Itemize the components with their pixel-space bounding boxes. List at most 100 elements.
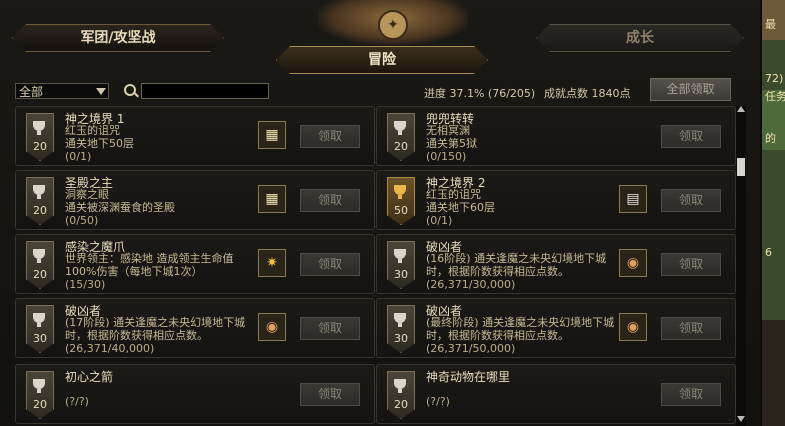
achievement-progress-count: (0/50): [65, 214, 99, 227]
achievement-card: 20 神奇动物在哪里 (?/?) 领取: [376, 364, 736, 424]
trophy-icon: [394, 249, 406, 259]
claim-button[interactable]: 领取: [661, 125, 721, 148]
compass-icon: ✦: [378, 10, 408, 40]
achievement-points-value: 30: [394, 268, 408, 281]
emblem-icon[interactable]: ◉: [258, 313, 286, 341]
achievement-description-text: 洞察之眼 通关被深渊蚕食的圣殿: [65, 188, 175, 214]
claim-button[interactable]: 领取: [300, 383, 360, 406]
achievement-description-text: (16阶段) 通关逢魔之未央幻境地下城时，根据阶数获得相应点数。: [426, 252, 607, 278]
achievement-card: 30 破凶者 (最终阶段) 通关逢魔之未央幻境地下城时，根据阶数获得相应点数。 (26…: [376, 298, 736, 358]
side-text: 72): [765, 72, 784, 85]
trophy-badge: 30: [387, 305, 415, 353]
background-game-strip: 最 72) 任务 的 6: [762, 0, 785, 426]
tab-growth[interactable]: 成长: [536, 24, 744, 52]
claim-button[interactable]: 领取: [300, 253, 360, 276]
search-input[interactable]: [141, 83, 269, 99]
scroll-up-icon[interactable]: [737, 106, 745, 112]
achievement-description-text: 红玉的诅咒 通关地下60层: [426, 188, 495, 214]
achievement-description-text: (17阶段) 通关逢魔之未央幻境地下城时，根据阶数获得相应点数。: [65, 316, 246, 342]
emblem-icon[interactable]: ◉: [619, 313, 647, 341]
trophy-icon: [394, 379, 406, 389]
achievement-description-text: 红玉的诅咒 通关地下50层: [65, 124, 134, 150]
trophy-stem: [398, 389, 402, 393]
achievement-description: 世界领主：感染地 造成领主生命值100%伤害（每地下城1次） (15/30): [65, 252, 255, 291]
emblem-icon[interactable]: ◉: [619, 249, 647, 277]
achievement-points-value: 30: [33, 332, 47, 345]
claim-button[interactable]: 领取: [300, 317, 360, 340]
scroll-icon[interactable]: ▤: [619, 185, 647, 213]
achievement-progress-count: (0/1): [65, 150, 92, 163]
trophy-icon: [394, 121, 406, 131]
achievement-points-value: 50: [394, 204, 408, 217]
chest-icon[interactable]: ▦: [258, 121, 286, 149]
tab-legion-siege[interactable]: 军团/攻坚战: [12, 24, 224, 52]
achievement-card: 30 破凶者 (17阶段) 通关逢魔之未央幻境地下城时，根据阶数获得相应点数。 (26…: [15, 298, 375, 358]
trophy-icon: [33, 379, 45, 389]
achievement-points-value: 20: [33, 268, 47, 281]
scroll-down-icon[interactable]: [737, 416, 745, 422]
achievement-card: 20 感染之魔爪 世界领主：感染地 造成领主生命值100%伤害（每地下城1次） (15…: [15, 234, 375, 294]
trophy-stem: [37, 131, 41, 135]
trophy-badge: 30: [26, 305, 54, 353]
achievement-progress-count: (0/1): [426, 214, 453, 227]
claim-button[interactable]: 领取: [661, 189, 721, 212]
header-scroll-ornament: ✦: [318, 0, 468, 45]
achievement-points-value: 20: [394, 398, 408, 411]
trophy-stem: [398, 131, 402, 135]
claim-button[interactable]: 领取: [661, 383, 721, 406]
trophy-stem: [398, 259, 402, 263]
trophy-icon: [33, 313, 45, 323]
claim-button[interactable]: 领取: [661, 317, 721, 340]
achievement-points-value: 30: [394, 332, 408, 345]
claim-all-button[interactable]: 全部领取: [650, 78, 731, 101]
trophy-badge: 30: [387, 241, 415, 289]
achievement-progress-count: (26,371/40,000): [65, 342, 155, 355]
progress-text: 进度 37.1% (76/205): [424, 87, 536, 100]
trophy-badge: 20: [387, 113, 415, 161]
trophy-stem: [37, 323, 41, 327]
achievement-description: 红玉的诅咒 通关地下60层 (0/1): [426, 188, 616, 227]
scrollbar[interactable]: [736, 106, 746, 426]
achievement-points-value: 20: [33, 204, 47, 217]
achievement-points-value: 20: [33, 140, 47, 153]
tab-adventure[interactable]: 冒险: [276, 46, 488, 74]
achievement-description: 无相冥渊 通关第5狱 (0/150): [426, 124, 616, 163]
trophy-icon: [394, 185, 406, 195]
achievement-progress-count: (26,371/30,000): [426, 278, 516, 291]
trophy-icon: [33, 121, 45, 131]
trophy-icon: [394, 313, 406, 323]
achievement-progress-count: (?/?): [426, 395, 450, 408]
category-filter-dropdown[interactable]: 全部: [15, 83, 109, 99]
achievement-window: ✦ 军团/攻坚战 成长 冒险 全部 进度 37.1% (76/205) 成就点数…: [0, 0, 760, 426]
achievement-progress-count: (?/?): [65, 395, 89, 408]
achievement-card: 30 破凶者 (16阶段) 通关逢魔之未央幻境地下城时，根据阶数获得相应点数。 (26…: [376, 234, 736, 294]
claim-button[interactable]: 领取: [300, 125, 360, 148]
claim-button[interactable]: 领取: [661, 253, 721, 276]
achievement-card: 20 神之境界 1 红玉的诅咒 通关地下50层 (0/1) ▦ 领取: [15, 106, 375, 166]
trophy-badge: 20: [26, 177, 54, 225]
trophy-icon: [33, 185, 45, 195]
achievement-description: (?/?): [65, 382, 255, 408]
achievement-card: 50 神之境界 2 红玉的诅咒 通关地下60层 (0/1) ▤ 领取: [376, 170, 736, 230]
achievement-description: (17阶段) 通关逢魔之未央幻境地下城时，根据阶数获得相应点数。 (26,371/…: [65, 316, 255, 355]
achievement-description-text: 世界领主：感染地 造成领主生命值100%伤害（每地下城1次）: [65, 252, 234, 278]
achievement-description: 洞察之眼 通关被深渊蚕食的圣殿 (0/50): [65, 188, 255, 227]
achievement-progress-count: (26,371/50,000): [426, 342, 516, 355]
side-text: 最: [765, 18, 776, 31]
filter-selected-value: 全部: [19, 85, 44, 99]
achievement-description: (16阶段) 通关逢魔之未央幻境地下城时，根据阶数获得相应点数。 (26,371/…: [426, 252, 616, 291]
trophy-stem: [37, 195, 41, 199]
gold-icon[interactable]: ✷: [258, 249, 286, 277]
trophy-stem: [37, 389, 41, 393]
achievement-description-text: 无相冥渊 通关第5狱: [426, 124, 477, 150]
side-text: 任务: [765, 90, 785, 103]
achievement-progress-count: (15/30): [65, 278, 106, 291]
trophy-stem: [37, 259, 41, 263]
claim-button[interactable]: 领取: [300, 189, 360, 212]
trophy-badge: 20: [26, 241, 54, 289]
trophy-icon: [33, 249, 45, 259]
chest-icon[interactable]: ▦: [258, 185, 286, 213]
scroll-thumb[interactable]: [737, 158, 745, 176]
trophy-badge: 20: [387, 371, 415, 419]
side-text: 的: [765, 132, 776, 145]
